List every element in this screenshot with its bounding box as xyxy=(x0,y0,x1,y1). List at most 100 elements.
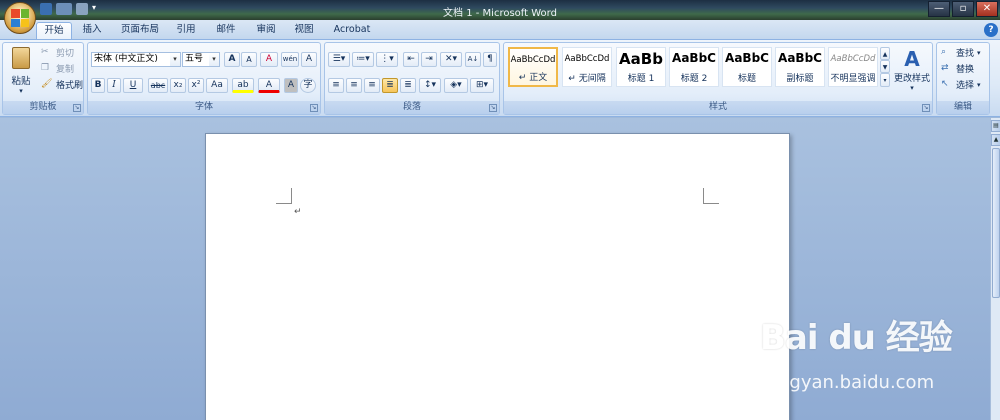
office-button[interactable] xyxy=(4,2,36,34)
expand-gallery-icon[interactable]: ▾ xyxy=(880,73,890,87)
style-name: 不明显强调 xyxy=(830,74,876,84)
align-left-button[interactable]: ≡ xyxy=(328,78,344,93)
multilevel-list-button[interactable]: ⋮▾ xyxy=(376,52,398,67)
char-border-icon: A xyxy=(305,54,313,64)
shrink-font-button[interactable]: A xyxy=(241,52,257,67)
chevron-up-icon[interactable]: ▲ xyxy=(880,47,890,60)
char-border-button[interactable]: A xyxy=(301,52,317,67)
multilevel-list-icon: ⋮▾ xyxy=(380,54,394,64)
find-button[interactable]: ⌕ 查找 ▾ xyxy=(941,46,981,60)
style-subtitle[interactable]: AaBbC 副标题 xyxy=(775,47,825,87)
paste-button[interactable]: 粘贴 ▾ xyxy=(7,45,35,95)
font-family-value: 宋体 (中文正文) xyxy=(94,54,158,64)
style-no-spacing[interactable]: AaBbCcDd ↵ 无间隔 xyxy=(562,47,612,87)
borders-icon: ⊞▾ xyxy=(475,80,489,90)
cut-button[interactable]: ✂ 剪切 xyxy=(41,46,74,60)
numbering-button[interactable]: ≔▾ xyxy=(352,52,374,67)
scroll-up-icon[interactable]: ▲ xyxy=(991,134,1000,146)
sort-icon: A↓ xyxy=(467,55,479,63)
clear-format-button[interactable]: A xyxy=(260,52,278,67)
paste-dropdown-icon: ▾ xyxy=(19,87,23,95)
subscript-button[interactable]: x₂ xyxy=(170,78,186,93)
scroll-thumb[interactable] xyxy=(992,148,1000,298)
window-controls: — ▫ ✕ xyxy=(928,1,998,17)
group-styles: AaBbCcDd ↵ 正文 AaBbCcDd ↵ 无间隔 AaBb 标题 1 A… xyxy=(503,42,933,115)
tab-home[interactable]: 开始 xyxy=(36,22,72,39)
tab-mailings[interactable]: 邮件 xyxy=(210,22,242,39)
chevron-down-icon[interactable]: ▼ xyxy=(880,60,890,73)
vertical-scrollbar[interactable]: ▤ ▲ xyxy=(990,118,1000,420)
line-spacing-button[interactable]: ↕▾ xyxy=(419,78,441,93)
font-color-button[interactable]: A xyxy=(258,78,280,93)
ribbon-tabs: 开始 插入 页面布局 引用 邮件 审阅 视图 Acrobat ? xyxy=(0,20,1000,39)
pilcrow-icon: ¶ xyxy=(487,54,493,64)
styles-launcher-icon[interactable]: ↘ xyxy=(922,104,930,112)
align-right-button[interactable]: ≡ xyxy=(364,78,380,93)
sort-button[interactable]: A↓ xyxy=(465,52,481,67)
distributed-button[interactable]: ≣ xyxy=(400,78,416,93)
tab-acrobat[interactable]: Acrobat xyxy=(328,22,376,39)
watermark-url: jingyan.baidu.com xyxy=(768,372,935,393)
bullets-button[interactable]: ☰▾ xyxy=(328,52,350,67)
strikethrough-button[interactable]: abc xyxy=(148,78,168,93)
superscript-button[interactable]: x² xyxy=(188,78,204,93)
show-marks-button[interactable]: ¶ xyxy=(483,52,497,67)
window-title: 文档 1 - Microsoft Word xyxy=(443,8,557,19)
shading-button[interactable]: ◈▾ xyxy=(444,78,468,93)
ribbon: 粘贴 ▾ ✂ 剪切 ❐ 复制 🖌 格式刷 剪贴板 ↘ 宋体 (中文正文) ▾ 五号 ▾ A… xyxy=(0,39,1000,117)
subscript-icon: x₂ xyxy=(173,80,183,90)
style-subtle-emphasis[interactable]: AaBbCcDd 不明显强调 xyxy=(828,47,878,87)
char-shading-button[interactable]: A xyxy=(284,78,298,93)
tab-insert[interactable]: 插入 xyxy=(76,22,108,39)
enclose-char-button[interactable]: 字 xyxy=(300,78,316,93)
increase-indent-button[interactable]: ⇥ xyxy=(421,52,437,67)
tab-page-layout[interactable]: 页面布局 xyxy=(114,22,166,39)
tab-references[interactable]: 引用 xyxy=(170,22,202,39)
font-launcher-icon[interactable]: ↘ xyxy=(310,104,318,112)
select-button[interactable]: ↖ 选择 ▾ xyxy=(941,78,981,92)
style-heading-1[interactable]: AaBb 标题 1 xyxy=(616,47,666,87)
style-title[interactable]: AaBbC 标题 xyxy=(722,47,772,87)
tab-review[interactable]: 审阅 xyxy=(250,22,282,39)
minimize-button[interactable]: — xyxy=(928,1,950,17)
chinese-layout-button[interactable]: ✕▾ xyxy=(440,52,462,67)
pinyin-button[interactable]: wén xyxy=(281,52,299,67)
clipboard-launcher-icon[interactable]: ↘ xyxy=(73,104,81,112)
borders-button[interactable]: ⊞▾ xyxy=(470,78,494,93)
italic-icon: I xyxy=(112,80,116,90)
group-label-editing: 编辑 xyxy=(937,101,989,114)
format-painter-button[interactable]: 🖌 格式刷 xyxy=(41,78,83,92)
style-normal[interactable]: AaBbCcDd ↵ 正文 xyxy=(508,47,558,87)
change-styles-label: 更改样式 xyxy=(893,74,930,84)
close-button[interactable]: ✕ xyxy=(976,1,998,17)
font-size-select[interactable]: 五号 ▾ xyxy=(182,52,220,67)
copy-button[interactable]: ❐ 复制 xyxy=(41,62,74,76)
justify-button[interactable]: ≣ xyxy=(382,78,398,93)
document-page[interactable]: ↵ xyxy=(205,133,790,420)
font-family-select[interactable]: 宋体 (中文正文) ▾ xyxy=(91,52,181,67)
ruler-toggle-icon[interactable]: ▤ xyxy=(991,120,1000,132)
bold-button[interactable]: B xyxy=(91,78,105,93)
superscript-icon: x² xyxy=(191,80,201,90)
align-center-button[interactable]: ≡ xyxy=(346,78,362,93)
underline-icon: U xyxy=(129,80,137,90)
underline-button[interactable]: U xyxy=(123,78,143,93)
maximize-button[interactable]: ▫ xyxy=(952,1,974,17)
style-sample: AaBbC xyxy=(725,51,769,65)
tab-view[interactable]: 视图 xyxy=(288,22,320,39)
italic-button[interactable]: I xyxy=(107,78,121,93)
replace-button[interactable]: ⇄ 替换 xyxy=(941,62,974,76)
grow-font-button[interactable]: A xyxy=(224,52,240,67)
style-heading-2[interactable]: AaBbC 标题 2 xyxy=(669,47,719,87)
decrease-indent-button[interactable]: ⇤ xyxy=(403,52,419,67)
crop-mark-top-left xyxy=(276,188,292,204)
highlight-button[interactable]: ab xyxy=(232,78,254,93)
justify-icon: ≣ xyxy=(386,80,394,90)
change-case-button[interactable]: Aa xyxy=(206,78,228,93)
paragraph-launcher-icon[interactable]: ↘ xyxy=(489,104,497,112)
group-font: 宋体 (中文正文) ▾ 五号 ▾ A A A wén A B I U abc x₂ … xyxy=(87,42,321,115)
help-icon[interactable]: ? xyxy=(984,23,998,37)
distributed-icon: ≣ xyxy=(404,80,412,90)
style-name: 标题 2 xyxy=(680,74,708,84)
change-styles-button[interactable]: A 更改样式 ▾ xyxy=(893,45,931,99)
